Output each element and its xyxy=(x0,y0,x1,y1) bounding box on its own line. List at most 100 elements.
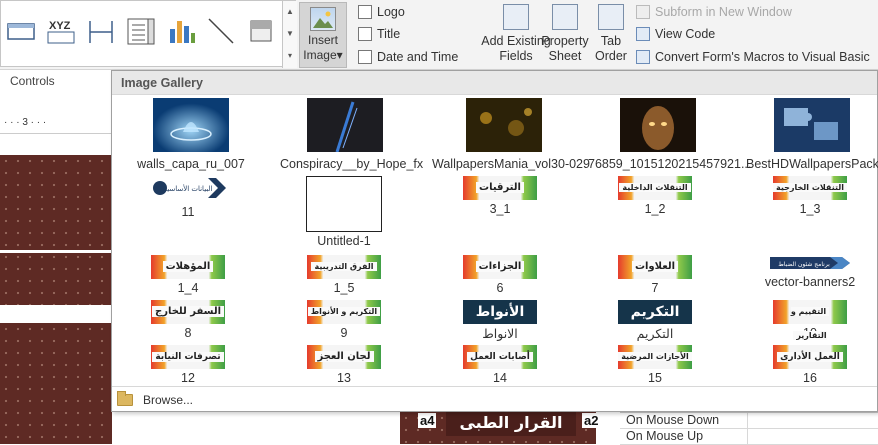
gallery-caption: BestHDWallpapersPack50 xyxy=(746,157,878,171)
arabic-banner-thumbnail: تصرفات النيابة xyxy=(151,345,225,369)
gallery-image-item[interactable]: لجان العجز 13 xyxy=(306,345,382,385)
chart-control-icon[interactable] xyxy=(165,15,197,47)
arabic-banner-thumbnail: العمل الأدارى xyxy=(773,345,847,369)
gallery-image-item[interactable]: التنقلات الداخلية 1_2 xyxy=(617,176,693,216)
more-controls-icon[interactable]: ▾ xyxy=(283,45,297,67)
insert-image-button[interactable]: Insert Image▾ xyxy=(299,2,347,68)
gallery-caption: Conspiracy__by_Hope_fx xyxy=(280,157,424,171)
gallery-caption: vector-banners2 xyxy=(764,275,856,289)
property-label-2: Sheet xyxy=(548,49,582,63)
image-gallery-popup: Image Gallery walls_capa_ru_007 Conspira… xyxy=(111,70,878,412)
gallery-image-item[interactable]: 76859_1015120215457921... xyxy=(588,98,752,171)
scroll-down-icon[interactable]: ▼ xyxy=(283,23,297,45)
gallery-image-item[interactable]: المؤهلات 1_4 xyxy=(150,255,226,295)
gallery-image-item[interactable]: Conspiracy__by_Hope_fx xyxy=(280,98,424,171)
tab-order-icon xyxy=(598,4,624,30)
gallery-caption: 3_1 xyxy=(489,202,511,216)
gallery-image-item[interactable]: السفر للخارج 8 xyxy=(150,300,226,340)
arabic-banner-thumbnail: الفرق التدريبية xyxy=(307,255,381,279)
property-sheet: On Mouse Down On Mouse Up xyxy=(620,412,878,445)
gallery-image-item[interactable]: التكريم التكريم xyxy=(617,300,693,341)
insert-image-label-2: Image xyxy=(303,48,337,62)
gallery-caption: 1_4 xyxy=(177,281,199,295)
rectangle-control-icon[interactable] xyxy=(245,15,277,47)
label-control-icon[interactable]: XYZ xyxy=(45,15,77,47)
gallery-caption: 1_3 xyxy=(799,202,821,216)
title-label: Title xyxy=(377,27,401,41)
scroll-up-icon[interactable]: ▲ xyxy=(283,1,297,23)
blank-thumbnail xyxy=(306,176,382,232)
gallery-image-item[interactable]: الجزاءات 6 xyxy=(462,255,538,295)
property-row[interactable]: On Mouse Up xyxy=(620,429,878,445)
view-code-label: View Code xyxy=(655,27,716,41)
gallery-image-item[interactable]: العلاوات 7 xyxy=(617,255,693,295)
property-sheet-button[interactable]: Property Sheet xyxy=(540,4,590,64)
date-time-button[interactable]: Date and Time xyxy=(358,47,458,67)
logo-icon xyxy=(358,5,372,19)
gallery-image-item[interactable]: التكريم و الأنواط 9 xyxy=(306,300,382,340)
gallery-caption: 1_5 xyxy=(333,281,355,295)
arabic-banner-thumbnail: العلاوات xyxy=(618,255,692,279)
tab-order-button[interactable]: Tab Order xyxy=(592,4,630,64)
gallery-caption: 8 xyxy=(184,326,192,340)
face-thumbnail xyxy=(620,98,696,152)
arabic-banner-thumbnail: المؤهلات xyxy=(151,255,225,279)
convert-macros-button[interactable]: Convert Form's Macros to Visual Basic xyxy=(636,47,870,67)
title-icon xyxy=(358,27,372,41)
form-gridline xyxy=(0,305,112,323)
textbox-control-icon[interactable] xyxy=(5,15,37,47)
gallery-image-item[interactable]: تصرفات النيابة 12 xyxy=(150,345,226,385)
gallery-image-item[interactable]: التقييم و التقارير 10 xyxy=(772,300,848,340)
vector-banner-thumbnail: برنامج شئون الضباط xyxy=(770,257,850,269)
gallery-caption: 76859_1015120215457921... xyxy=(588,157,752,171)
gallery-caption: الانواط xyxy=(482,327,518,341)
gallery-caption: WallpapersMania_vol30-029 xyxy=(432,157,590,171)
gallery-caption: 16 xyxy=(803,371,817,385)
date-time-label: Date and Time xyxy=(377,50,459,64)
gallery-title: Image Gallery xyxy=(112,71,877,95)
gallery-image-item[interactable]: Untitled-1 xyxy=(304,176,384,248)
gallery-image-item[interactable]: BestHDWallpapersPack50 xyxy=(746,98,878,171)
gallery-image-item[interactable]: برنامج شئون الضباط vector-banners2 xyxy=(762,255,858,289)
dark-abstract-thumbnail xyxy=(307,98,383,153)
gallery-caption: 13 xyxy=(337,371,351,385)
arabic-banner-thumbnail: الأجازات المرضية xyxy=(618,345,692,369)
listbox-control-icon[interactable] xyxy=(125,15,157,47)
gallery-image-item[interactable]: التنقلات الخارجية 1_3 xyxy=(772,176,848,216)
svg-text:البيانات الأساسية: البيانات الأساسية xyxy=(164,184,213,193)
logo-button[interactable]: Logo xyxy=(358,2,405,22)
field-label[interactable]: a2 xyxy=(582,413,601,428)
dropdown-arrow-icon: ▾ xyxy=(336,48,343,62)
gallery-image-item[interactable]: الأجازات المرضية 15 xyxy=(617,345,693,385)
controls-group-label: Controls xyxy=(10,74,55,88)
gallery-image-item[interactable]: walls_capa_ru_007 xyxy=(132,98,250,171)
title-button[interactable]: Title xyxy=(358,24,400,44)
gallery-image-item[interactable]: أصابات العمل 14 xyxy=(462,345,538,385)
tab-label-2: Order xyxy=(595,49,627,63)
gallery-caption: 9 xyxy=(340,326,348,340)
subform-icon xyxy=(636,5,650,19)
gallery-image-item[interactable]: الأنواط الانواط xyxy=(462,300,538,341)
controls-scroller[interactable]: ▲ ▼ ▾ xyxy=(282,1,297,68)
form-title-label[interactable]: القرار الطبى xyxy=(446,412,576,436)
gallery-caption: التكريم xyxy=(636,327,674,341)
form-design-surface[interactable] xyxy=(0,155,112,444)
gallery-image-item[interactable]: البيانات الأساسية 11 xyxy=(150,176,226,219)
field-label[interactable]: a4 xyxy=(418,413,437,428)
gallery-image-item[interactable]: WallpapersMania_vol30-029 xyxy=(432,98,590,171)
gallery-image-item[interactable]: الترقيات 3_1 xyxy=(462,176,538,216)
view-code-button[interactable]: View Code xyxy=(636,24,715,44)
property-row[interactable]: On Mouse Down xyxy=(620,413,878,429)
fields-icon xyxy=(503,4,529,30)
subform-label: Subform in New Window xyxy=(655,5,792,19)
line-break-control-icon[interactable] xyxy=(85,15,117,47)
gallery-caption: 7 xyxy=(651,281,659,295)
gallery-image-item[interactable]: الفرق التدريبية 1_5 xyxy=(306,255,382,295)
subform-new-window-button[interactable]: Subform in New Window xyxy=(636,2,792,22)
browse-button[interactable]: Browse... xyxy=(112,386,877,412)
arrow-banner-thumbnail: البيانات الأساسية xyxy=(150,178,226,198)
tab-label: Tab xyxy=(600,34,622,48)
gallery-image-item[interactable]: العمل الأدارى 16 xyxy=(772,345,848,385)
controls-gallery: XYZ ▲ ▼ ▾ xyxy=(0,0,297,68)
line-control-icon[interactable] xyxy=(205,15,237,47)
